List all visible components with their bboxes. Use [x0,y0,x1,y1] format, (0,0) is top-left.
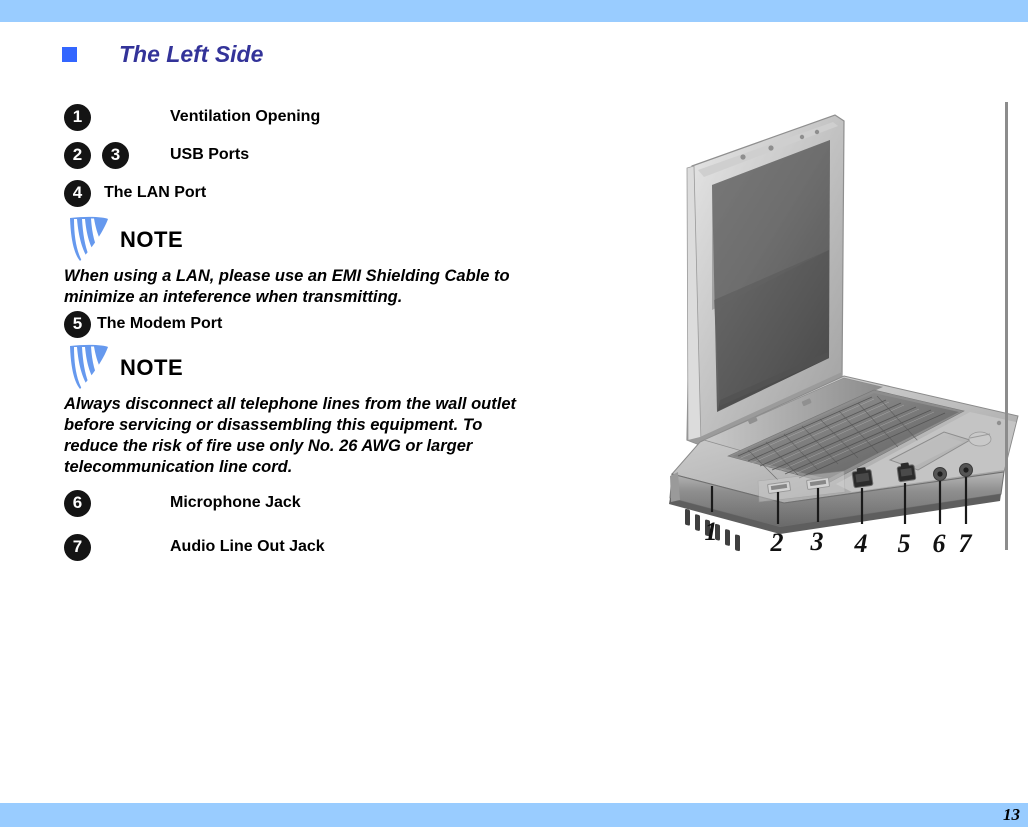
note-heading: NOTE [120,355,184,380]
figure-callout-4: 4 [854,529,868,555]
page-number: 13 [1003,805,1020,824]
list-item: 6 Microphone Jack [64,484,544,522]
callout-badge-4: 4 [64,179,91,207]
figure-callout-6: 6 [933,529,946,555]
callout-badge-3: 3 [102,141,129,169]
callout-badge-5: 5 [64,310,91,338]
laptop-figure: 1 2 3 4 5 6 7 [552,100,1028,555]
list-item: 1 Ventilation Opening [64,98,544,136]
list-item-label: USB Ports [170,146,250,163]
list-item-label: Microphone Jack [170,494,301,511]
figure-callout-1: 1 [705,517,718,546]
list-item-label: Ventilation Opening [170,108,321,125]
figure-callout-3: 3 [810,527,824,555]
callout-badge-1: 1 [64,103,91,131]
page-title-row: The Left Side [62,41,263,68]
figure-callout-2: 2 [770,528,784,555]
note-feather-icon [64,344,118,392]
callout-badge-2: 2 [64,141,91,169]
figure-border-line [1005,102,1008,550]
list-item: 4 The LAN Port [64,174,544,212]
content-column: 1 Ventilation Opening 2 3 USB Ports 4 Th… [64,98,544,566]
list-item-label: Audio Line Out Jack [170,538,325,555]
note-block: NOTE Always disconnect all telephone lin… [64,344,544,478]
list-item: 7 Audio Line Out Jack [64,528,544,566]
figure-callout-7: 7 [959,529,973,555]
note-body: Always disconnect all telephone lines fr… [64,395,517,476]
note-block: NOTE When using a LAN, please use an EMI… [64,216,544,308]
list-item-label: The LAN Port [104,184,207,201]
note-feather-icon [64,216,118,264]
figure-callout-5: 5 [898,529,911,555]
page-title: The Left Side [119,41,264,67]
callout-badge-6: 6 [64,489,91,517]
list-item: 2 3 USB Ports [64,136,544,174]
header-band [0,0,1028,22]
footer-band [0,803,1028,827]
square-bullet-icon [62,47,77,62]
list-item: 5 The Modem Port [64,308,544,340]
note-heading-row: NOTE [64,216,544,264]
list-item-label: The Modem Port [97,315,223,332]
callout-badge-7: 7 [64,533,91,561]
manual-page: The Left Side 1 Ventilation Opening 2 3 … [0,0,1028,827]
note-heading: NOTE [120,227,184,252]
note-heading-row: NOTE [64,344,544,392]
note-body: When using a LAN, please use an EMI Shie… [64,267,510,306]
